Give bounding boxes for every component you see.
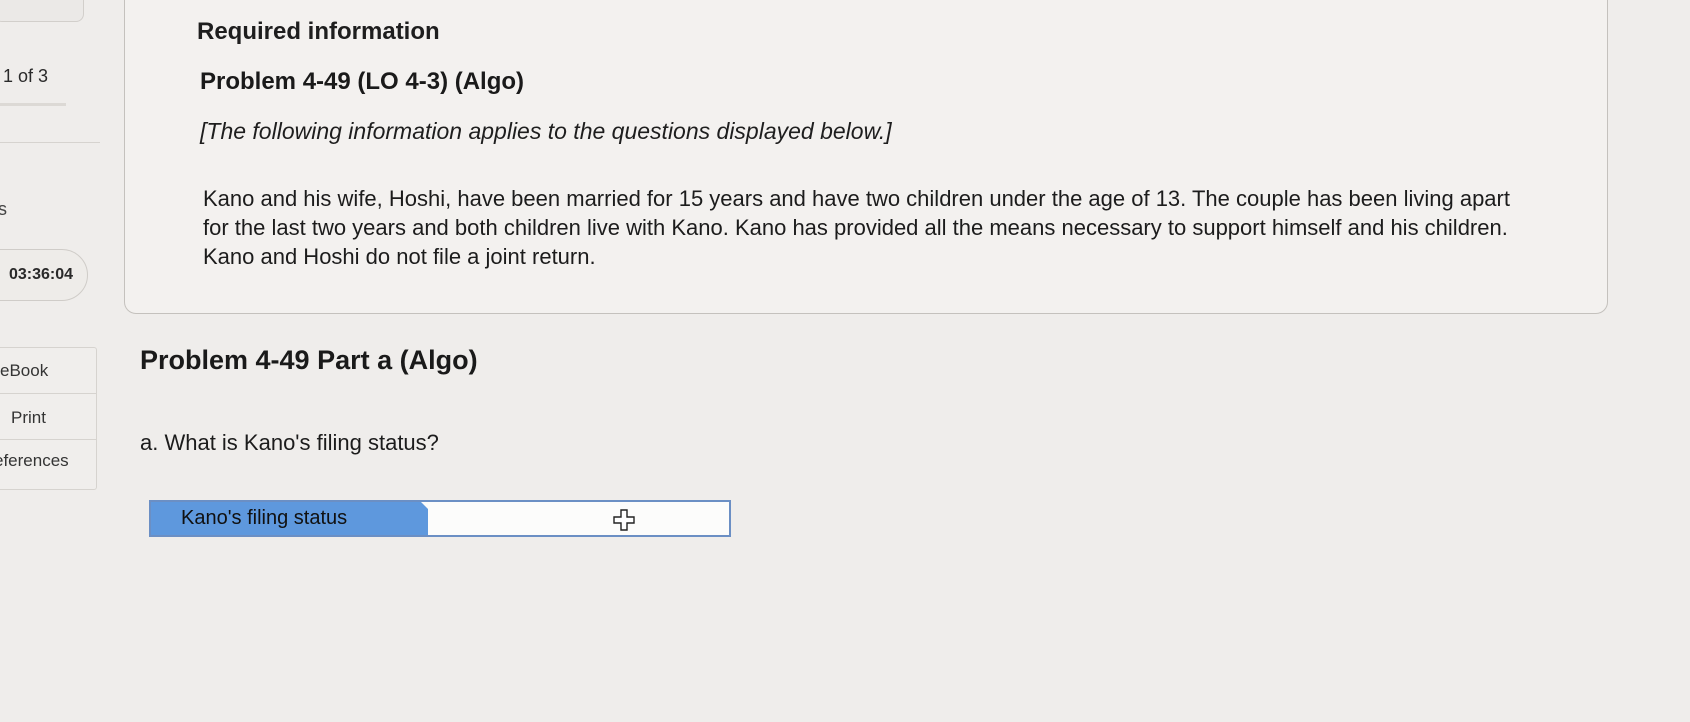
scenario-text: Kano and his wife, Hoshi, have been marr… (203, 186, 1510, 269)
sidebar-tools: eBook Print eferences (0, 347, 97, 490)
sidebar-divider (0, 142, 100, 143)
question-counter: 1 of 3 (3, 66, 49, 86)
part-title: Problem 4-49 Part a (Algo) (140, 345, 478, 375)
answer-label: Kano's filing status (151, 502, 429, 535)
sidebar-top-box[interactable] (0, 0, 84, 22)
answer-row: Kano's filing status (149, 500, 731, 537)
timer-value: 03:36:04 (9, 266, 74, 283)
left-sidebar: 1 of 3 s 03:36:04 eBook Print eferences (0, 0, 104, 722)
references-label: eferences (0, 451, 69, 470)
sidebar-label-fragment: s (0, 199, 7, 219)
intro-note: [The following information applies to th… (200, 118, 892, 144)
ebook-label: eBook (0, 361, 49, 380)
filing-status-field[interactable] (428, 502, 729, 535)
print-button[interactable]: Print (0, 394, 96, 440)
problem-title: Problem 4-49 (LO 4-3) (Algo) (200, 68, 525, 95)
references-button[interactable]: eferences (0, 440, 96, 486)
print-label: Print (11, 408, 46, 427)
ebook-button[interactable]: eBook (0, 348, 96, 394)
sidebar-divider (0, 103, 66, 106)
move-cross-icon (613, 509, 635, 531)
timer-badge: 03:36:04 (0, 249, 88, 301)
required-information-heading: Required information (197, 18, 440, 45)
question-text: a. What is Kano's filing status? (140, 430, 439, 455)
